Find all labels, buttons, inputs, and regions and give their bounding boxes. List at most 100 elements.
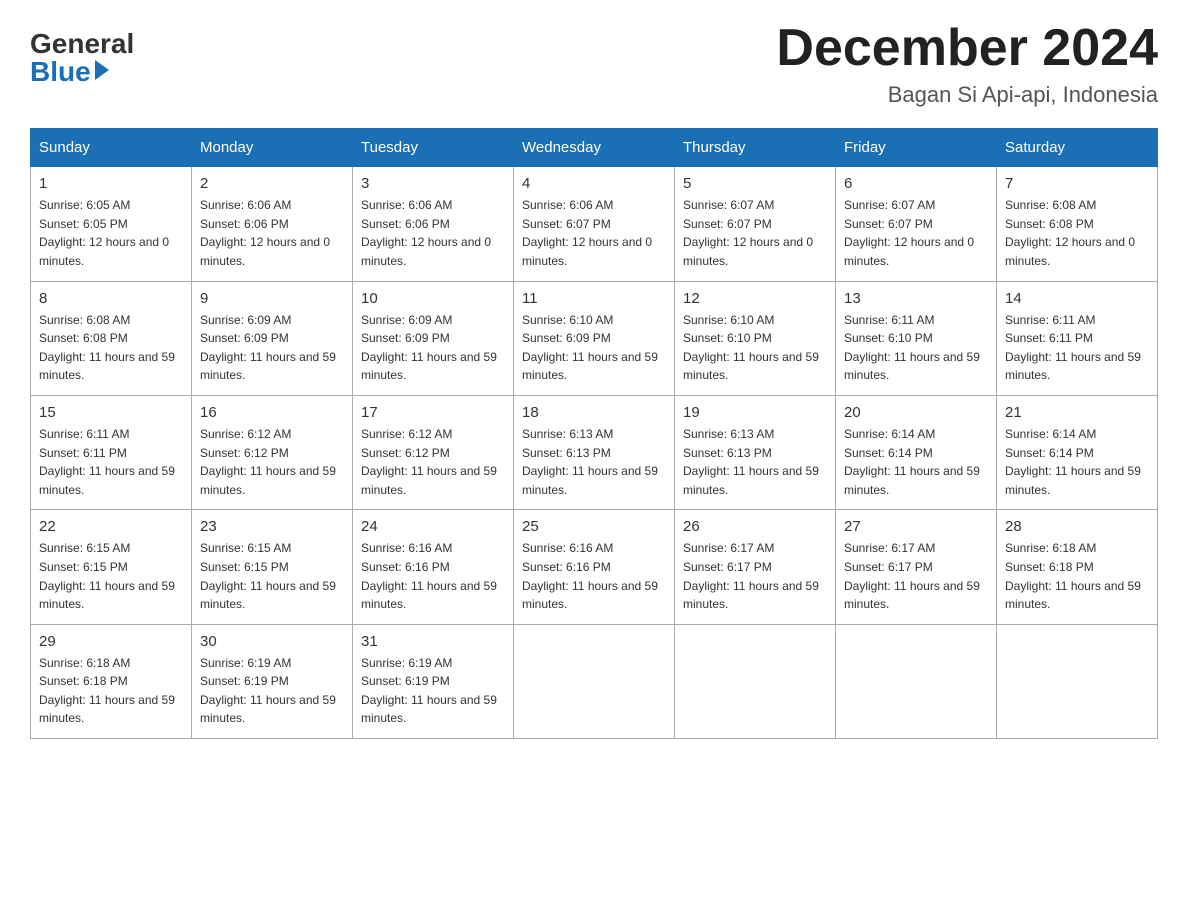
table-cell: 31 Sunrise: 6:19 AMSunset: 6:19 PMDaylig… [353, 624, 514, 738]
table-row: 22 Sunrise: 6:15 AMSunset: 6:15 PMDaylig… [31, 510, 1158, 624]
day-info: Sunrise: 6:11 AMSunset: 6:11 PMDaylight:… [1005, 313, 1141, 383]
day-info: Sunrise: 6:17 AMSunset: 6:17 PMDaylight:… [844, 541, 980, 611]
table-cell: 26 Sunrise: 6:17 AMSunset: 6:17 PMDaylig… [675, 510, 836, 624]
day-info: Sunrise: 6:16 AMSunset: 6:16 PMDaylight:… [361, 541, 497, 611]
day-number: 10 [361, 290, 505, 307]
title-area: December 2024 Bagan Si Api-api, Indonesi… [776, 20, 1158, 108]
day-number: 4 [522, 175, 666, 192]
col-sunday: Sunday [31, 129, 192, 167]
table-cell: 2 Sunrise: 6:06 AMSunset: 6:06 PMDayligh… [192, 167, 353, 281]
day-number: 1 [39, 175, 183, 192]
day-info: Sunrise: 6:07 AMSunset: 6:07 PMDaylight:… [683, 198, 813, 268]
table-cell: 10 Sunrise: 6:09 AMSunset: 6:09 PMDaylig… [353, 281, 514, 395]
table-row: 29 Sunrise: 6:18 AMSunset: 6:18 PMDaylig… [31, 624, 1158, 738]
day-number: 23 [200, 518, 344, 535]
col-friday: Friday [836, 129, 997, 167]
logo-general-text: General [30, 30, 134, 58]
table-cell: 1 Sunrise: 6:05 AMSunset: 6:05 PMDayligh… [31, 167, 192, 281]
day-info: Sunrise: 6:08 AMSunset: 6:08 PMDaylight:… [1005, 198, 1135, 268]
table-cell: 22 Sunrise: 6:15 AMSunset: 6:15 PMDaylig… [31, 510, 192, 624]
day-number: 29 [39, 633, 183, 650]
col-tuesday: Tuesday [353, 129, 514, 167]
table-cell: 13 Sunrise: 6:11 AMSunset: 6:10 PMDaylig… [836, 281, 997, 395]
logo-triangle-icon [95, 60, 109, 80]
day-info: Sunrise: 6:12 AMSunset: 6:12 PMDaylight:… [361, 427, 497, 497]
day-number: 31 [361, 633, 505, 650]
day-number: 17 [361, 404, 505, 421]
day-info: Sunrise: 6:14 AMSunset: 6:14 PMDaylight:… [844, 427, 980, 497]
day-info: Sunrise: 6:16 AMSunset: 6:16 PMDaylight:… [522, 541, 658, 611]
day-info: Sunrise: 6:05 AMSunset: 6:05 PMDaylight:… [39, 198, 169, 268]
day-info: Sunrise: 6:11 AMSunset: 6:10 PMDaylight:… [844, 313, 980, 383]
table-cell: 20 Sunrise: 6:14 AMSunset: 6:14 PMDaylig… [836, 395, 997, 509]
table-cell: 25 Sunrise: 6:16 AMSunset: 6:16 PMDaylig… [514, 510, 675, 624]
day-info: Sunrise: 6:08 AMSunset: 6:08 PMDaylight:… [39, 313, 175, 383]
day-number: 21 [1005, 404, 1149, 421]
table-cell: 7 Sunrise: 6:08 AMSunset: 6:08 PMDayligh… [997, 167, 1158, 281]
day-info: Sunrise: 6:06 AMSunset: 6:06 PMDaylight:… [200, 198, 330, 268]
calendar-table: Sunday Monday Tuesday Wednesday Thursday… [30, 128, 1158, 739]
day-number: 18 [522, 404, 666, 421]
table-cell: 18 Sunrise: 6:13 AMSunset: 6:13 PMDaylig… [514, 395, 675, 509]
day-number: 13 [844, 290, 988, 307]
day-info: Sunrise: 6:17 AMSunset: 6:17 PMDaylight:… [683, 541, 819, 611]
table-cell: 8 Sunrise: 6:08 AMSunset: 6:08 PMDayligh… [31, 281, 192, 395]
day-number: 25 [522, 518, 666, 535]
day-number: 7 [1005, 175, 1149, 192]
day-number: 8 [39, 290, 183, 307]
day-info: Sunrise: 6:13 AMSunset: 6:13 PMDaylight:… [683, 427, 819, 497]
table-cell: 24 Sunrise: 6:16 AMSunset: 6:16 PMDaylig… [353, 510, 514, 624]
day-number: 27 [844, 518, 988, 535]
day-number: 24 [361, 518, 505, 535]
table-row: 8 Sunrise: 6:08 AMSunset: 6:08 PMDayligh… [31, 281, 1158, 395]
table-cell [836, 624, 997, 738]
day-info: Sunrise: 6:07 AMSunset: 6:07 PMDaylight:… [844, 198, 974, 268]
table-cell: 12 Sunrise: 6:10 AMSunset: 6:10 PMDaylig… [675, 281, 836, 395]
logo-blue-text: Blue [30, 58, 109, 86]
table-cell [675, 624, 836, 738]
table-cell [997, 624, 1158, 738]
day-info: Sunrise: 6:19 AMSunset: 6:19 PMDaylight:… [361, 656, 497, 726]
day-info: Sunrise: 6:09 AMSunset: 6:09 PMDaylight:… [361, 313, 497, 383]
day-number: 19 [683, 404, 827, 421]
header-row: Sunday Monday Tuesday Wednesday Thursday… [31, 129, 1158, 167]
day-number: 26 [683, 518, 827, 535]
day-number: 3 [361, 175, 505, 192]
day-info: Sunrise: 6:06 AMSunset: 6:06 PMDaylight:… [361, 198, 491, 268]
table-row: 1 Sunrise: 6:05 AMSunset: 6:05 PMDayligh… [31, 167, 1158, 281]
table-cell: 21 Sunrise: 6:14 AMSunset: 6:14 PMDaylig… [997, 395, 1158, 509]
table-cell: 6 Sunrise: 6:07 AMSunset: 6:07 PMDayligh… [836, 167, 997, 281]
col-saturday: Saturday [997, 129, 1158, 167]
table-cell [514, 624, 675, 738]
table-cell: 3 Sunrise: 6:06 AMSunset: 6:06 PMDayligh… [353, 167, 514, 281]
day-number: 22 [39, 518, 183, 535]
table-cell: 17 Sunrise: 6:12 AMSunset: 6:12 PMDaylig… [353, 395, 514, 509]
day-info: Sunrise: 6:13 AMSunset: 6:13 PMDaylight:… [522, 427, 658, 497]
col-monday: Monday [192, 129, 353, 167]
day-info: Sunrise: 6:10 AMSunset: 6:09 PMDaylight:… [522, 313, 658, 383]
col-thursday: Thursday [675, 129, 836, 167]
day-number: 28 [1005, 518, 1149, 535]
day-number: 15 [39, 404, 183, 421]
table-cell: 4 Sunrise: 6:06 AMSunset: 6:07 PMDayligh… [514, 167, 675, 281]
table-cell: 15 Sunrise: 6:11 AMSunset: 6:11 PMDaylig… [31, 395, 192, 509]
table-cell: 5 Sunrise: 6:07 AMSunset: 6:07 PMDayligh… [675, 167, 836, 281]
page-header: General Blue December 2024 Bagan Si Api-… [30, 20, 1158, 108]
day-number: 2 [200, 175, 344, 192]
table-cell: 9 Sunrise: 6:09 AMSunset: 6:09 PMDayligh… [192, 281, 353, 395]
day-info: Sunrise: 6:12 AMSunset: 6:12 PMDaylight:… [200, 427, 336, 497]
day-info: Sunrise: 6:09 AMSunset: 6:09 PMDaylight:… [200, 313, 336, 383]
day-info: Sunrise: 6:18 AMSunset: 6:18 PMDaylight:… [1005, 541, 1141, 611]
table-row: 15 Sunrise: 6:11 AMSunset: 6:11 PMDaylig… [31, 395, 1158, 509]
day-number: 14 [1005, 290, 1149, 307]
day-number: 16 [200, 404, 344, 421]
day-number: 12 [683, 290, 827, 307]
location-title: Bagan Si Api-api, Indonesia [776, 82, 1158, 108]
table-cell: 23 Sunrise: 6:15 AMSunset: 6:15 PMDaylig… [192, 510, 353, 624]
day-info: Sunrise: 6:06 AMSunset: 6:07 PMDaylight:… [522, 198, 652, 268]
col-wednesday: Wednesday [514, 129, 675, 167]
table-cell: 30 Sunrise: 6:19 AMSunset: 6:19 PMDaylig… [192, 624, 353, 738]
day-number: 6 [844, 175, 988, 192]
logo: General Blue [30, 30, 134, 86]
table-cell: 27 Sunrise: 6:17 AMSunset: 6:17 PMDaylig… [836, 510, 997, 624]
